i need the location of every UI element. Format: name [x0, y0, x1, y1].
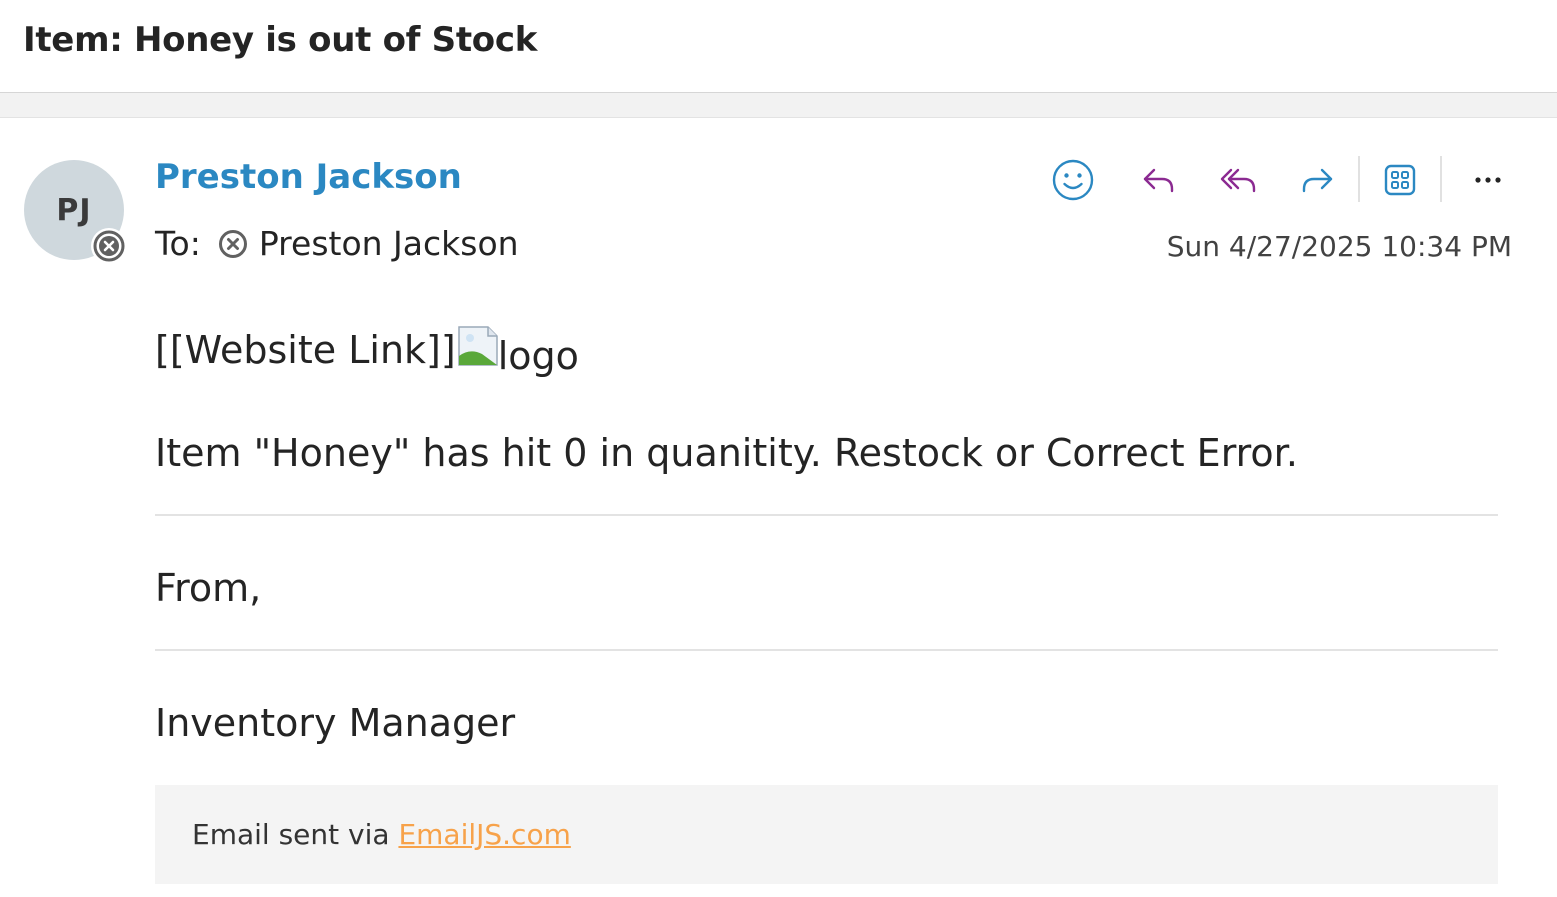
email-footer: Email sent via EmailJS.com [155, 785, 1498, 884]
divider [155, 514, 1498, 516]
reply-icon [1143, 168, 1174, 193]
reply-all-icon [1220, 168, 1256, 193]
recipient-row: To: Preston Jackson [155, 224, 519, 263]
closing-text: From, [155, 566, 262, 610]
emailjs-link[interactable]: EmailJS.com [398, 818, 570, 851]
more-options-icon [1475, 177, 1501, 183]
toolbar-separator [1440, 156, 1442, 202]
reply-button[interactable] [1132, 154, 1184, 206]
message-toolbar [1040, 154, 1530, 206]
forward-icon [1302, 168, 1333, 193]
forward-button[interactable] [1292, 154, 1344, 206]
emoji-button[interactable] [1047, 154, 1099, 206]
reply-all-button[interactable] [1212, 154, 1264, 206]
footer-text: Email sent via EmailJS.com [192, 818, 571, 851]
recipient-presence-icon [217, 228, 249, 260]
message-pane: PJ Preston Jackson To: Preston Jackson S… [0, 118, 1557, 897]
apps-button[interactable] [1374, 154, 1426, 206]
header-line: [[Website Link]] logo [155, 326, 579, 378]
toolbar-separator [1358, 156, 1360, 202]
subject-title: Item: Honey is out of Stock [23, 20, 538, 60]
apps-icon [1384, 164, 1416, 196]
to-label: To: [155, 224, 201, 263]
divider [155, 649, 1498, 651]
header-divider-strip [0, 93, 1557, 118]
more-options-button[interactable] [1462, 154, 1514, 206]
logo-image: logo [457, 326, 579, 378]
presence-status-icon [91, 228, 127, 264]
stock-alert-text: Item "Honey" has hit 0 in quanitity. Res… [155, 431, 1298, 475]
message-datetime: Sun 4/27/2025 10:34 PM [1166, 230, 1512, 263]
signature-text: Inventory Manager [155, 701, 516, 745]
broken-image-icon [457, 326, 498, 366]
emoji-icon [1052, 159, 1094, 201]
website-link-placeholder: [[Website Link]] [155, 328, 456, 372]
recipient-name[interactable]: Preston Jackson [259, 224, 519, 263]
subject-header: Item: Honey is out of Stock [0, 0, 1557, 93]
footer-prefix: Email sent via [192, 818, 399, 851]
logo-alt-text: logo [497, 334, 579, 378]
avatar-initials: PJ [56, 192, 92, 228]
sender-name[interactable]: Preston Jackson [155, 157, 462, 197]
